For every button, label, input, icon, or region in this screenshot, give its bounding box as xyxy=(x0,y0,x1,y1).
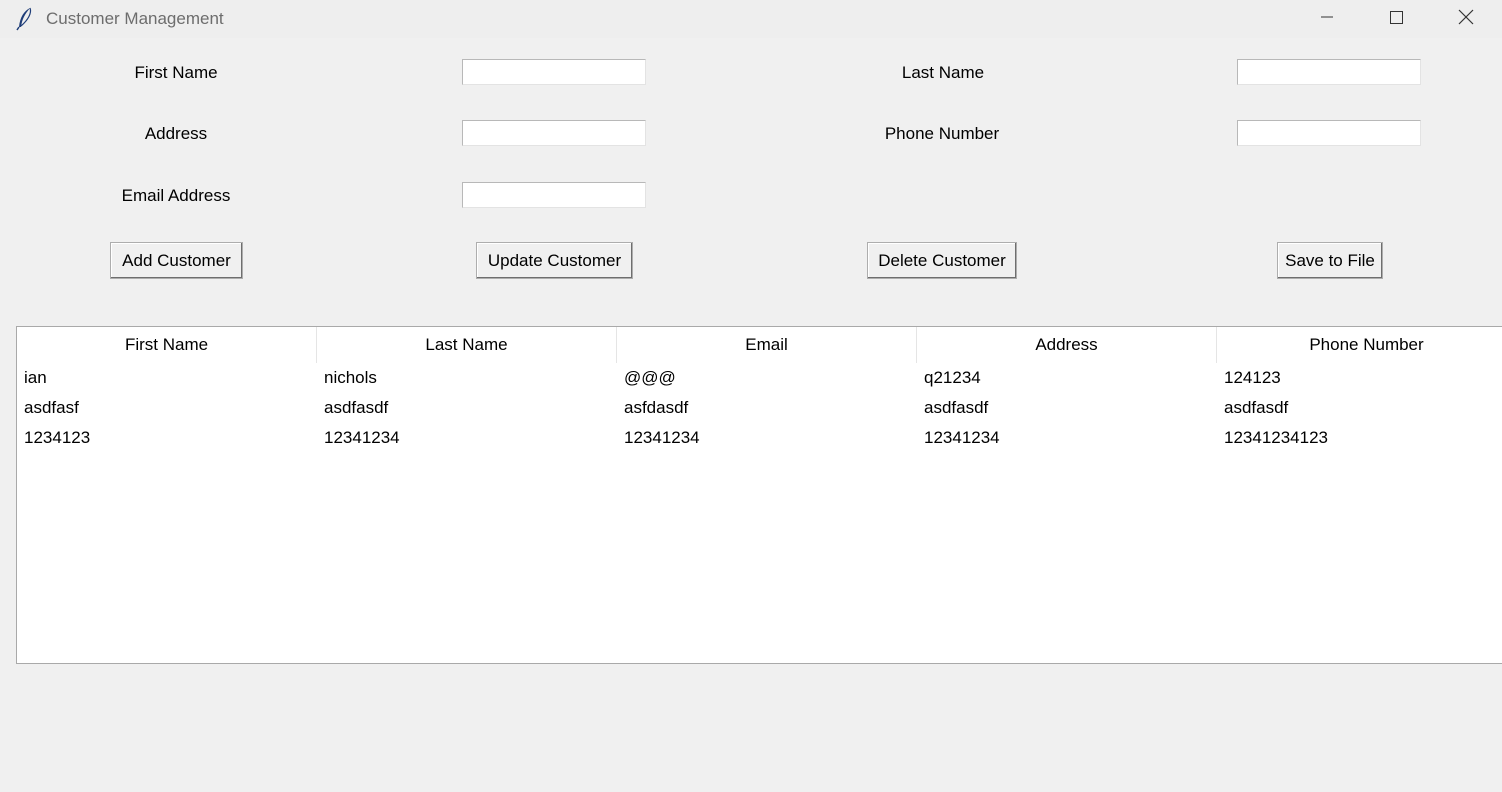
delete-customer-button[interactable]: Delete Customer xyxy=(867,242,1017,279)
column-header-email[interactable]: Email xyxy=(617,327,917,363)
table-cell: 1234123 xyxy=(24,428,91,447)
table-header: First Name Last Name Email Address Phone… xyxy=(17,327,1502,363)
table-row[interactable]: asdfasf asdfasdf asfdasdf asdfasdf asdfa… xyxy=(17,393,1502,423)
save-to-file-button[interactable]: Save to File xyxy=(1277,242,1383,279)
table-cell: @@@ xyxy=(624,368,676,387)
window-title: Customer Management xyxy=(46,9,224,28)
email-address-field[interactable] xyxy=(462,182,646,208)
maximize-button[interactable] xyxy=(1361,0,1431,38)
minimize-icon xyxy=(1319,9,1335,30)
table-cell: 124123 xyxy=(1224,368,1281,387)
column-header-phone-number[interactable]: Phone Number xyxy=(1217,327,1502,363)
table-cell: asdfasdf xyxy=(1224,398,1289,417)
add-customer-button[interactable]: Add Customer xyxy=(110,242,243,279)
table-cell: q21234 xyxy=(924,368,981,387)
update-customer-button[interactable]: Update Customer xyxy=(476,242,633,279)
table-cell: asdfasf xyxy=(24,398,79,417)
address-label: Address xyxy=(144,124,208,143)
app-window: Customer Management First Name Last Name… xyxy=(0,0,1502,792)
table-cell: 12341234 xyxy=(624,428,700,447)
table-cell: 12341234 xyxy=(924,428,1000,447)
maximize-icon xyxy=(1388,9,1404,30)
column-header-first-name[interactable]: First Name xyxy=(17,327,317,363)
table-cell: 12341234 xyxy=(324,428,400,447)
table-cell: 12341234123 xyxy=(1224,428,1329,447)
last-name-field[interactable] xyxy=(1237,59,1421,85)
table-cell: asfdasdf xyxy=(624,398,689,417)
phone-number-label: Phone Number xyxy=(884,124,1000,143)
table-cell: asdfasdf xyxy=(924,398,989,417)
last-name-label: Last Name xyxy=(901,63,985,82)
close-icon xyxy=(1457,8,1475,31)
first-name-label: First Name xyxy=(134,63,218,82)
table-body: ian nichols @@@ q21234 124123 asdfasf as… xyxy=(17,363,1502,453)
customer-table[interactable]: First Name Last Name Email Address Phone… xyxy=(16,326,1502,664)
table-cell: ian xyxy=(24,368,47,387)
table-row[interactable]: ian nichols @@@ q21234 124123 xyxy=(17,363,1502,393)
address-field[interactable] xyxy=(462,120,646,146)
minimize-button[interactable] xyxy=(1292,0,1362,38)
table-cell: asdfasdf xyxy=(324,398,389,417)
title-bar: Customer Management xyxy=(0,0,1502,38)
phone-number-field[interactable] xyxy=(1237,120,1421,146)
table-row[interactable]: 1234123 12341234 12341234 12341234 12341… xyxy=(17,423,1502,453)
table-cell: nichols xyxy=(324,368,377,387)
column-header-last-name[interactable]: Last Name xyxy=(317,327,617,363)
close-button[interactable] xyxy=(1431,0,1501,38)
first-name-field[interactable] xyxy=(462,59,646,85)
feather-icon xyxy=(16,7,34,31)
column-header-address[interactable]: Address xyxy=(917,327,1217,363)
email-address-label: Email Address xyxy=(121,186,231,205)
